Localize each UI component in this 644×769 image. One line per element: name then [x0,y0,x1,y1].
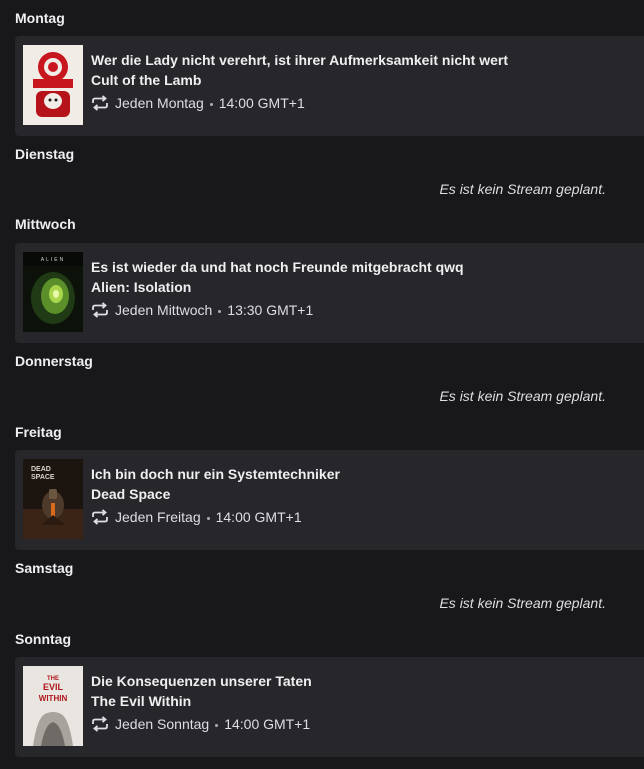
start-time: 14:00 GMT+1 [215,509,302,525]
stream-title[interactable]: Es ist wieder da und hat noch Freunde mi… [91,259,464,276]
no-stream-message: Es ist kein Stream geplant. [439,388,606,404]
repeat-label: Jeden Montag [115,95,204,111]
separator-dot [206,516,210,520]
stream-title[interactable]: Wer die Lady nicht verehrt, ist ihrer Au… [91,52,508,69]
start-time: 13:30 GMT+1 [227,302,314,318]
no-stream-message: Es ist kein Stream geplant. [439,181,606,197]
schedule-info: Jeden Freitag 14:00 GMT+1 [91,508,302,526]
stream-card[interactable]: ALIEN Es ist wieder da und hat noch Freu… [15,243,644,343]
day-heading: Montag [15,10,65,26]
schedule-info: Jeden Montag 14:00 GMT+1 [91,94,305,112]
repeat-label: Jeden Freitag [115,509,201,525]
schedule-info: Jeden Sonntag 14:00 GMT+1 [91,715,310,733]
day-heading: Freitag [15,424,62,440]
stream-title[interactable]: Die Konsequenzen unserer Taten [91,673,312,690]
repeat-label: Jeden Sonntag [115,716,210,732]
day-heading: Mittwoch [15,216,76,232]
game-name[interactable]: The Evil Within [91,693,191,710]
repeat-icon [92,302,108,318]
stream-title[interactable]: Ich bin doch nur ein Systemtechniker [91,466,340,483]
day-heading: Dienstag [15,146,75,162]
repeat-icon [92,716,108,732]
stream-card[interactable]: THE EVIL WITHIN Die Konsequenzen unserer… [15,657,644,757]
day-heading: Donnerstag [15,353,93,369]
svg-text:SPACE: SPACE [31,474,55,481]
repeat-label: Jeden Mittwoch [115,302,213,318]
repeat-icon [92,95,108,111]
svg-text:EVIL: EVIL [43,682,64,692]
separator-dot [209,102,213,106]
day-heading: Samstag [15,560,74,576]
alien-isolation-cover[interactable]: ALIEN [23,252,83,332]
game-name[interactable]: Alien: Isolation [91,279,191,296]
dead-space-cover[interactable]: DEAD SPACE [23,459,83,539]
stream-card[interactable]: DEAD SPACE Ich bin doch nur ein Systemte… [15,450,644,550]
repeat-icon [92,509,108,525]
stream-card[interactable]: Wer die Lady nicht verehrt, ist ihrer Au… [15,36,644,136]
the-evil-within-cover[interactable]: THE EVIL WITHIN [23,666,83,746]
day-heading: Sonntag [15,631,71,647]
svg-text:DEAD: DEAD [31,466,51,473]
no-stream-message: Es ist kein Stream geplant. [439,595,606,611]
game-name[interactable]: Dead Space [91,486,170,503]
separator-dot [218,309,222,313]
svg-text:WITHIN: WITHIN [39,694,68,703]
separator-dot [215,723,219,727]
start-time: 14:00 GMT+1 [224,716,311,732]
cult-of-the-lamb-cover[interactable] [23,45,83,125]
start-time: 14:00 GMT+1 [218,95,305,111]
svg-text:ALIEN: ALIEN [41,257,65,263]
schedule-info: Jeden Mittwoch 13:30 GMT+1 [91,301,313,319]
game-name[interactable]: Cult of the Lamb [91,72,201,89]
